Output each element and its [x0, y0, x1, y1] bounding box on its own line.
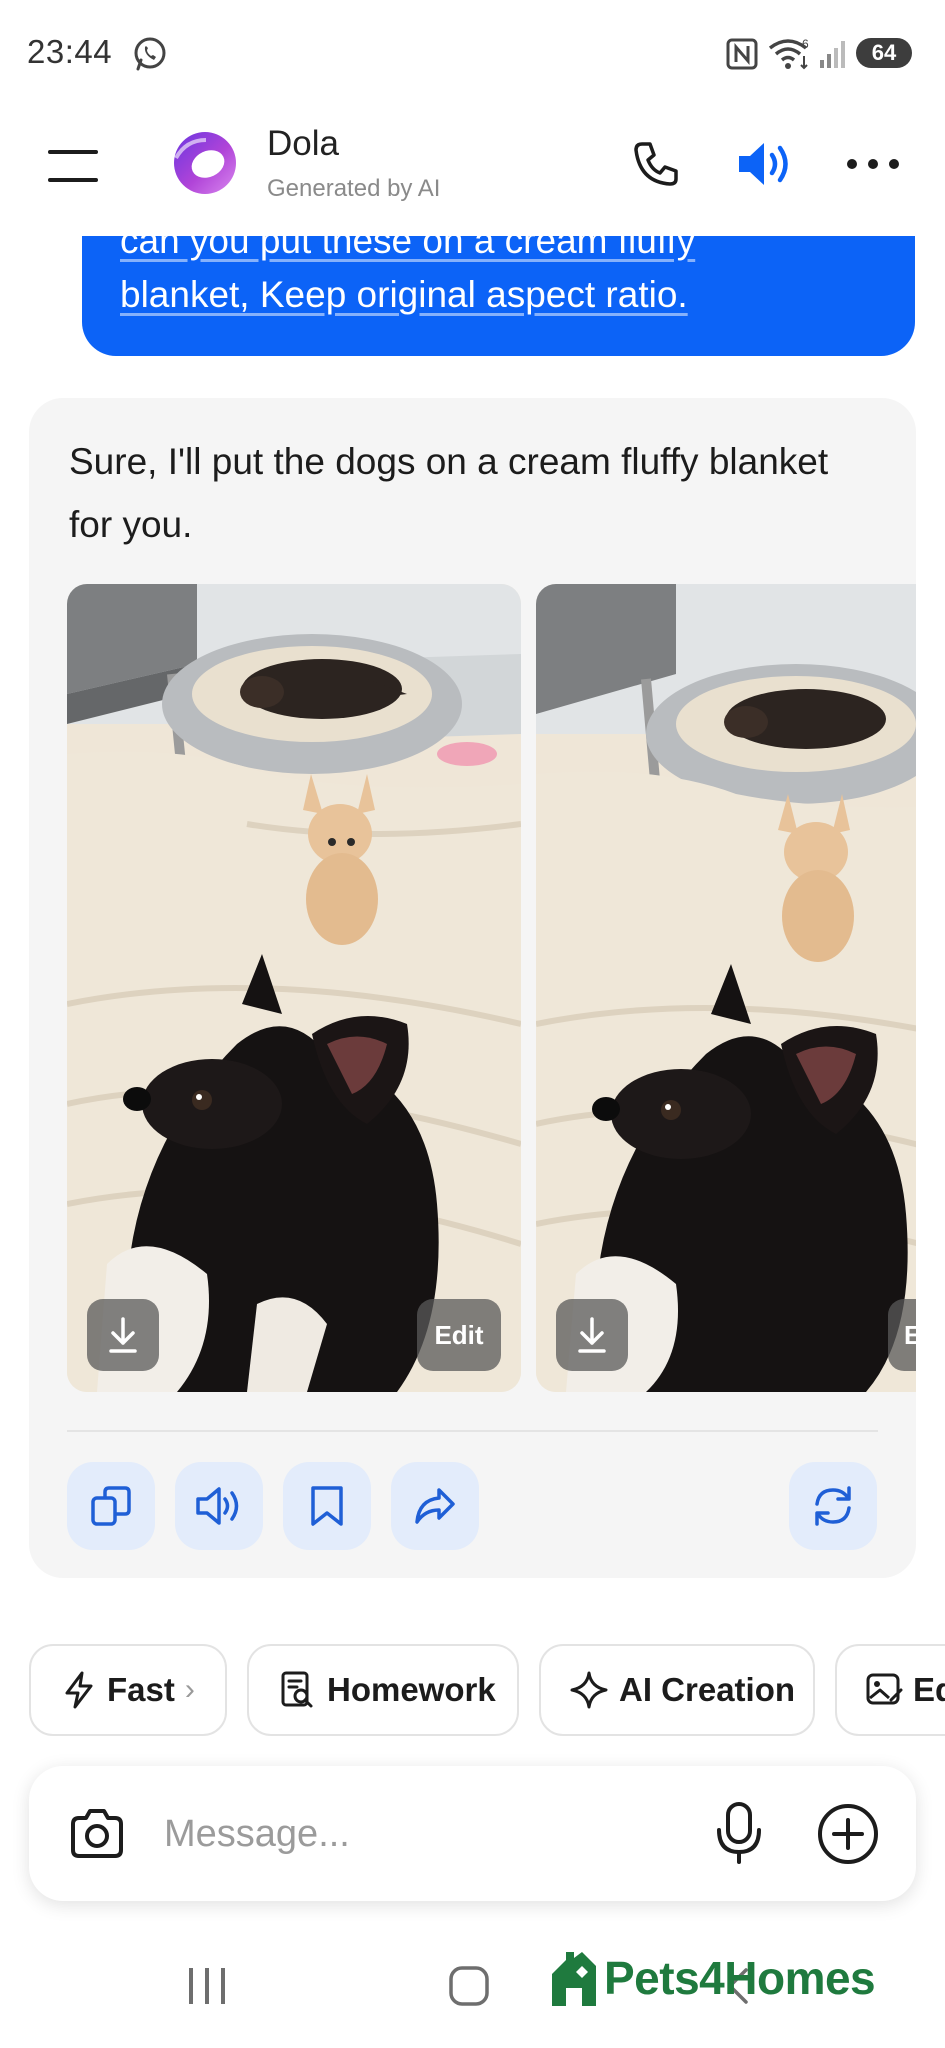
copy-button[interactable]: [67, 1462, 155, 1550]
download-icon: [578, 1317, 606, 1353]
user-message-line: blanket, Keep original aspect ratio.: [120, 274, 688, 315]
chevron-right-icon: ›: [184, 1673, 195, 1706]
chat-title: Dola: [267, 124, 339, 163]
chip-label: AI Creation: [619, 1671, 796, 1708]
homework-icon: [281, 1671, 313, 1708]
copy-icon: [91, 1486, 131, 1526]
chip-label: Homework: [327, 1671, 496, 1708]
home-icon[interactable]: [447, 1964, 491, 2008]
edit-image-button[interactable]: E: [888, 1299, 916, 1371]
ai-message-card: Sure, I'll put the dogs on a cream fluff…: [29, 398, 916, 1578]
nfc-icon: [726, 38, 758, 70]
speaker-icon[interactable]: [736, 138, 796, 190]
download-icon: [109, 1317, 137, 1353]
chat-subtitle: Generated by AI: [267, 175, 441, 202]
wifi-icon: 6: [768, 37, 809, 70]
ai-message-text: Sure, I'll put the dogs on a cream fluff…: [69, 441, 829, 545]
chip-label: Ed: [913, 1671, 945, 1708]
plus-icon[interactable]: [816, 1802, 880, 1866]
chat-header: [0, 115, 945, 230]
message-composer: [29, 1766, 916, 1901]
camera-icon[interactable]: [67, 1804, 127, 1864]
bookmark-icon: [311, 1486, 343, 1526]
read-aloud-button[interactable]: [175, 1462, 263, 1550]
recent-apps-icon[interactable]: [185, 1966, 229, 2006]
share-icon: [415, 1488, 455, 1524]
chip-ai-creation[interactable]: AI Creation: [539, 1644, 815, 1736]
user-message-line: can you put these on a cream fluffy: [120, 236, 696, 261]
chip-label: Fast: [107, 1671, 175, 1708]
status-bar: 23:44 6 64: [0, 0, 945, 100]
pets4homes-watermark: Pets4Homes: [548, 1948, 876, 2008]
chip-homework[interactable]: Homework: [247, 1644, 519, 1736]
read-aloud-icon: [196, 1487, 239, 1525]
edit-image-button[interactable]: Edit: [417, 1299, 501, 1371]
dog-photo: [536, 584, 916, 1392]
mic-icon[interactable]: [711, 1800, 767, 1866]
whatsapp-icon: [134, 37, 166, 71]
regenerate-button[interactable]: [789, 1462, 877, 1550]
more-icon[interactable]: [846, 154, 900, 174]
generated-image-1[interactable]: Edit: [67, 584, 521, 1392]
message-input[interactable]: [164, 1802, 684, 1866]
generated-image-2[interactable]: E: [536, 584, 916, 1392]
status-time: 23:44: [27, 33, 113, 70]
dog-photo: [67, 584, 521, 1392]
download-button[interactable]: [87, 1299, 159, 1371]
user-message-text: can you put these on a cream fluffy blan…: [120, 236, 820, 322]
user-message-bubble[interactable]: can you put these on a cream fluffy blan…: [82, 236, 915, 356]
watermark-text: Pets4Homes: [604, 1952, 876, 2004]
sparkle-icon: [570, 1671, 608, 1709]
phone-icon[interactable]: [632, 140, 680, 188]
download-button[interactable]: [556, 1299, 628, 1371]
signal-icon: [820, 41, 845, 68]
image-edit-icon: [866, 1673, 903, 1705]
share-button[interactable]: [391, 1462, 479, 1550]
chip-edit[interactable]: Ed: [835, 1644, 945, 1736]
regenerate-icon: [815, 1486, 851, 1526]
dola-logo[interactable]: [172, 128, 238, 198]
svg-text:6: 6: [802, 37, 809, 51]
pets4homes-logo-icon: [552, 1952, 596, 2006]
chip-fast[interactable]: Fast ›: [29, 1644, 227, 1736]
battery-icon: 64: [856, 38, 912, 68]
lightning-icon: [65, 1671, 93, 1709]
bookmark-button[interactable]: [283, 1462, 371, 1550]
divider: [67, 1430, 878, 1432]
menu-icon[interactable]: [48, 148, 98, 184]
